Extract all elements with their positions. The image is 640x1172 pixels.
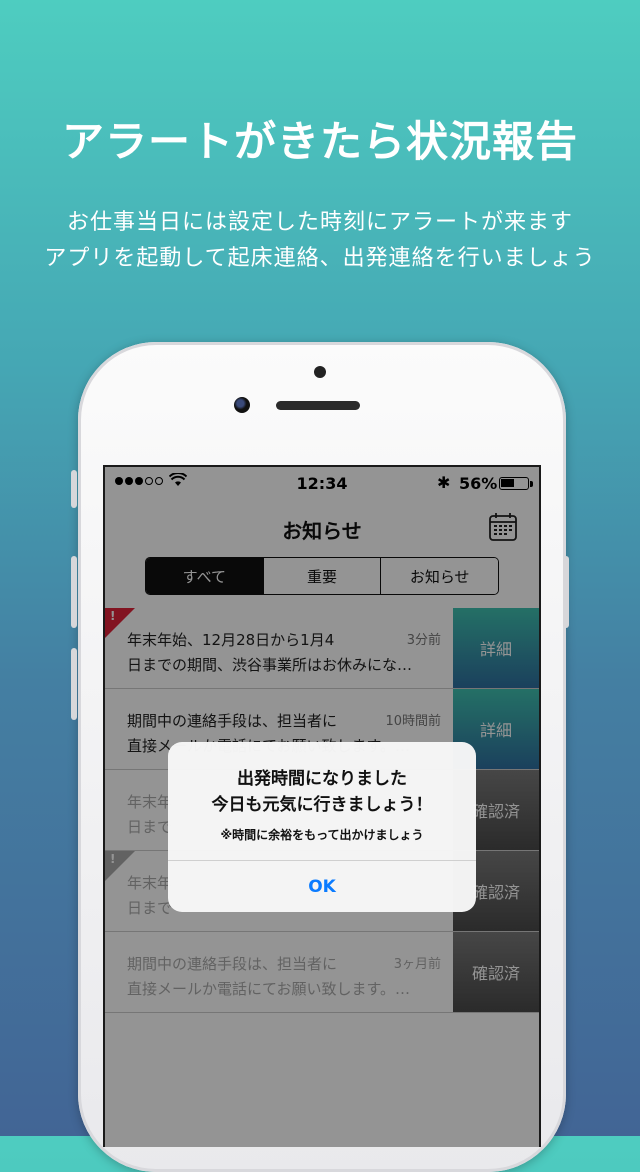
volume-up-button xyxy=(71,556,77,628)
power-button xyxy=(563,556,569,628)
alert-title-line2: 今日も元気に行きましょう！ xyxy=(211,795,433,815)
alert-title: 出発時間になりました 今日も元気に行きましょう！ xyxy=(168,766,476,818)
promo-subtitle-line1: お仕事当日には設定した時刻にアラートが来ます xyxy=(66,210,573,235)
proximity-sensor xyxy=(314,366,326,378)
volume-down-button xyxy=(71,648,77,720)
promo-headline: アラートがきたら状況報告 xyxy=(61,117,578,166)
promo-subtitle-line2: アプリを起動して起床連絡、出発連絡を行いましょう xyxy=(44,246,596,271)
earpiece-speaker xyxy=(276,401,360,410)
alert-title-line1: 出発時間になりました xyxy=(237,769,407,789)
mute-switch xyxy=(71,470,77,508)
ok-button[interactable]: OK xyxy=(168,861,476,912)
alert-message: ※時間に余裕をもって出かけましょう xyxy=(220,828,424,842)
alert-dialog: 出発時間になりました 今日も元気に行きましょう！ ※時間に余裕をもって出かけまし… xyxy=(168,742,476,912)
front-camera-icon xyxy=(234,397,250,413)
phone-screen: 12:34 ✱ 56% お知らせ すべて 重要 お知らせ ! 年末年始、12月2… xyxy=(103,465,541,1147)
